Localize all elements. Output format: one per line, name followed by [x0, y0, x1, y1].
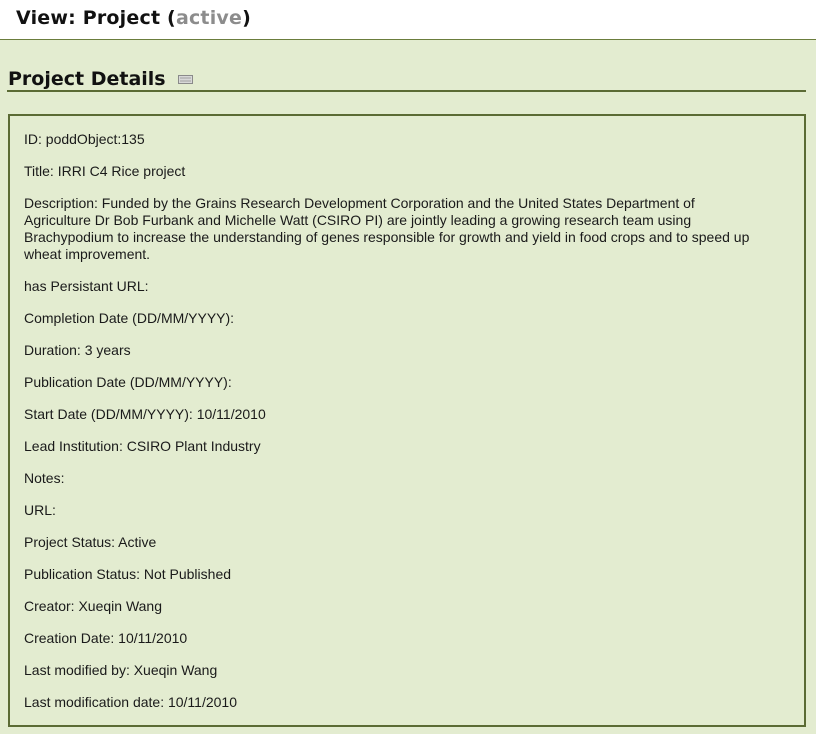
field-notes: Notes:: [24, 470, 65, 486]
field-description-line-1: Description: Funded by the Grains Resear…: [24, 195, 695, 211]
field-creation-date: Creation Date: 10/11/2010: [24, 630, 188, 646]
field-duration: Duration: 3 years: [24, 342, 131, 358]
field-publication-date: Publication Date (DD/MM/YYYY):: [24, 374, 232, 390]
field-project-status: Project Status: Active: [24, 534, 157, 550]
section-header-project-details: Project Details: [7, 66, 806, 92]
field-description-line-4: wheat improvement.: [24, 246, 151, 262]
field-start-date: Start Date (DD/MM/YYYY): 10/11/2010: [24, 406, 266, 422]
project-details-panel: ID: poddObject:135 Title: IRRI C4 Rice p…: [8, 114, 806, 727]
field-creator: Creator: Xueqin Wang: [24, 598, 162, 614]
page-title: View: Project (active): [16, 7, 251, 29]
project-status-label: active: [175, 7, 243, 29]
section-title: Project Details: [8, 68, 166, 90]
field-persistent-url: has Persistant URL:: [24, 278, 149, 294]
field-id: ID: poddObject:135: [24, 131, 145, 147]
top-bar: View: Project (active): [0, 0, 816, 40]
field-description-line-3: Brachypodium to increase the understandi…: [24, 229, 750, 245]
collapse-icon[interactable]: [178, 75, 193, 84]
field-last-modification-date: Last modification date: 10/11/2010: [24, 694, 238, 710]
field-last-modified-by: Last modified by: Xueqin Wang: [24, 662, 218, 678]
field-completion-date: Completion Date (DD/MM/YYYY):: [24, 310, 235, 326]
field-url: URL:: [24, 502, 56, 518]
page-title-prefix: View: Project (: [16, 7, 176, 29]
field-lead-institution: Lead Institution: CSIRO Plant Industry: [24, 438, 261, 454]
page-title-suffix: ): [242, 7, 251, 29]
field-title: Title: IRRI C4 Rice project: [24, 163, 186, 179]
field-publication-status: Publication Status: Not Published: [24, 566, 232, 582]
field-description-line-2: Agriculture Dr Bob Furbank and Michelle …: [24, 212, 692, 228]
